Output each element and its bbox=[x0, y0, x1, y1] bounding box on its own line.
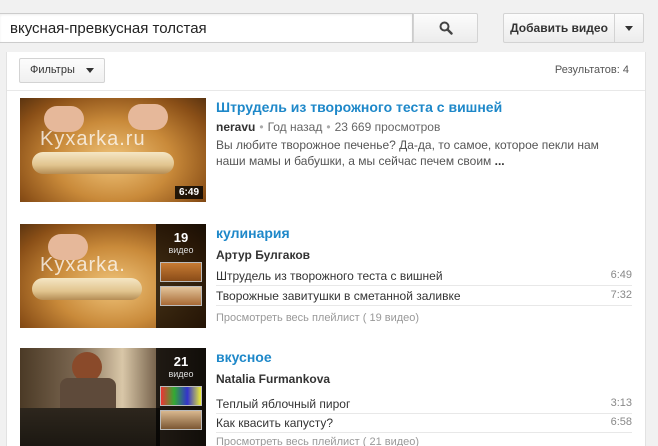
video-title-link[interactable]: Штрудель из творожного теста с вишней bbox=[216, 99, 502, 115]
description-text: Вы любите творожное печенье? Да-да, то с… bbox=[216, 138, 599, 168]
playlist-result: 21 видео вкусное Natalia Furmankova Тепл… bbox=[20, 348, 634, 446]
playlist-mini-thumbnail bbox=[160, 286, 202, 306]
playlist-item-duration: 7:32 bbox=[610, 289, 632, 301]
view-full-playlist-link[interactable]: Просмотреть весь плейлист ( 21 видео) bbox=[216, 436, 419, 446]
filters-label: Фильтры bbox=[30, 64, 75, 76]
thumbnail-hand bbox=[128, 104, 168, 130]
search-input[interactable]: вкусная-превкусная толстая bbox=[0, 13, 413, 43]
view-full-playlist-link[interactable]: Просмотреть весь плейлист ( 19 видео) bbox=[216, 312, 419, 324]
playlist-result: Kyxarka. 19 видео кулинария Артур Булгак… bbox=[20, 224, 634, 330]
thumbnail-dough bbox=[32, 278, 142, 300]
playlist-item-duration: 3:13 bbox=[610, 397, 632, 409]
chevron-down-icon bbox=[625, 26, 633, 31]
playlist-item[interactable]: Штрудель из творожного теста с вишней 6:… bbox=[216, 267, 632, 286]
separator-dot: • bbox=[259, 120, 264, 134]
video-thumbnail[interactable]: Kyxarka.ru 6:49 bbox=[20, 98, 206, 202]
video-meta: neravu • Год назад • 23 669 просмотров bbox=[216, 120, 440, 134]
playlist-mini-thumbnail bbox=[160, 410, 202, 430]
playlist-item-duration: 6:58 bbox=[610, 416, 632, 428]
view-count: 23 669 просмотров bbox=[334, 120, 441, 134]
results-panel: Фильтры Результатов: 4 Kyxarka.ru 6:49 Ш… bbox=[6, 52, 646, 446]
playlist-item-duration: 6:49 bbox=[610, 269, 632, 281]
playlist-author-link[interactable]: Артур Булгаков bbox=[216, 248, 310, 262]
channel-link[interactable]: neravu bbox=[216, 120, 255, 134]
playlist-overlay: 21 видео bbox=[156, 348, 206, 446]
playlist-overlay: 19 видео bbox=[156, 224, 206, 328]
thumbnail-watermark: Kyxarka. bbox=[40, 254, 126, 276]
playlist-thumbnail[interactable]: 21 видео bbox=[20, 348, 206, 446]
playlist-mini-thumbnail bbox=[160, 386, 202, 406]
playlist-video-label: видео bbox=[168, 369, 194, 379]
playlist-title-link[interactable]: кулинария bbox=[216, 225, 290, 241]
video-description: Вы любите творожное печенье? Да-да, то с… bbox=[216, 137, 616, 169]
search-button[interactable] bbox=[413, 13, 478, 43]
upload-age: Год назад bbox=[267, 120, 323, 134]
playlist-mini-thumbnail bbox=[160, 262, 202, 282]
playlist-author-link[interactable]: Natalia Furmankova bbox=[216, 372, 330, 386]
playlist-video-count: 19 bbox=[173, 230, 189, 245]
duration-badge: 6:49 bbox=[174, 186, 203, 199]
results-count: Результатов: 4 bbox=[554, 64, 629, 76]
thumbnail-counter bbox=[20, 408, 160, 446]
playlist-item-title: Творожные завитушки в сметанной заливке bbox=[216, 289, 461, 303]
search-icon bbox=[439, 21, 453, 35]
playlist-thumbnail[interactable]: Kyxarka. 19 видео bbox=[20, 224, 206, 328]
thumbnail-watermark: Kyxarka.ru bbox=[40, 128, 146, 150]
filters-button[interactable]: Фильтры bbox=[19, 58, 105, 83]
upload-video-button[interactable]: Добавить видео bbox=[503, 13, 615, 43]
separator-dot: • bbox=[326, 120, 331, 134]
playlist-item[interactable]: Теплый яблочный пирог 3:13 bbox=[216, 395, 632, 414]
divider bbox=[7, 90, 645, 91]
playlist-video-count: 21 bbox=[173, 354, 189, 369]
playlist-item[interactable]: Как квасить капусту? 6:58 bbox=[216, 414, 632, 433]
thumbnail-dough bbox=[32, 152, 174, 174]
chevron-down-icon bbox=[86, 68, 94, 73]
playlist-video-label: видео bbox=[168, 245, 194, 255]
playlist-item-title: Как квасить капусту? bbox=[216, 416, 334, 430]
video-result: Kyxarka.ru 6:49 Штрудель из творожного т… bbox=[20, 98, 634, 204]
upload-dropdown-button[interactable] bbox=[614, 13, 644, 43]
masthead: вкусная-превкусная толстая Добавить виде… bbox=[0, 0, 658, 52]
playlist-item[interactable]: Творожные завитушки в сметанной заливке … bbox=[216, 287, 632, 306]
playlist-item-title: Теплый яблочный пирог bbox=[216, 397, 351, 411]
playlist-item-title: Штрудель из творожного теста с вишней bbox=[216, 269, 443, 283]
description-more[interactable]: ... bbox=[495, 154, 505, 168]
playlist-title-link[interactable]: вкусное bbox=[216, 349, 272, 365]
